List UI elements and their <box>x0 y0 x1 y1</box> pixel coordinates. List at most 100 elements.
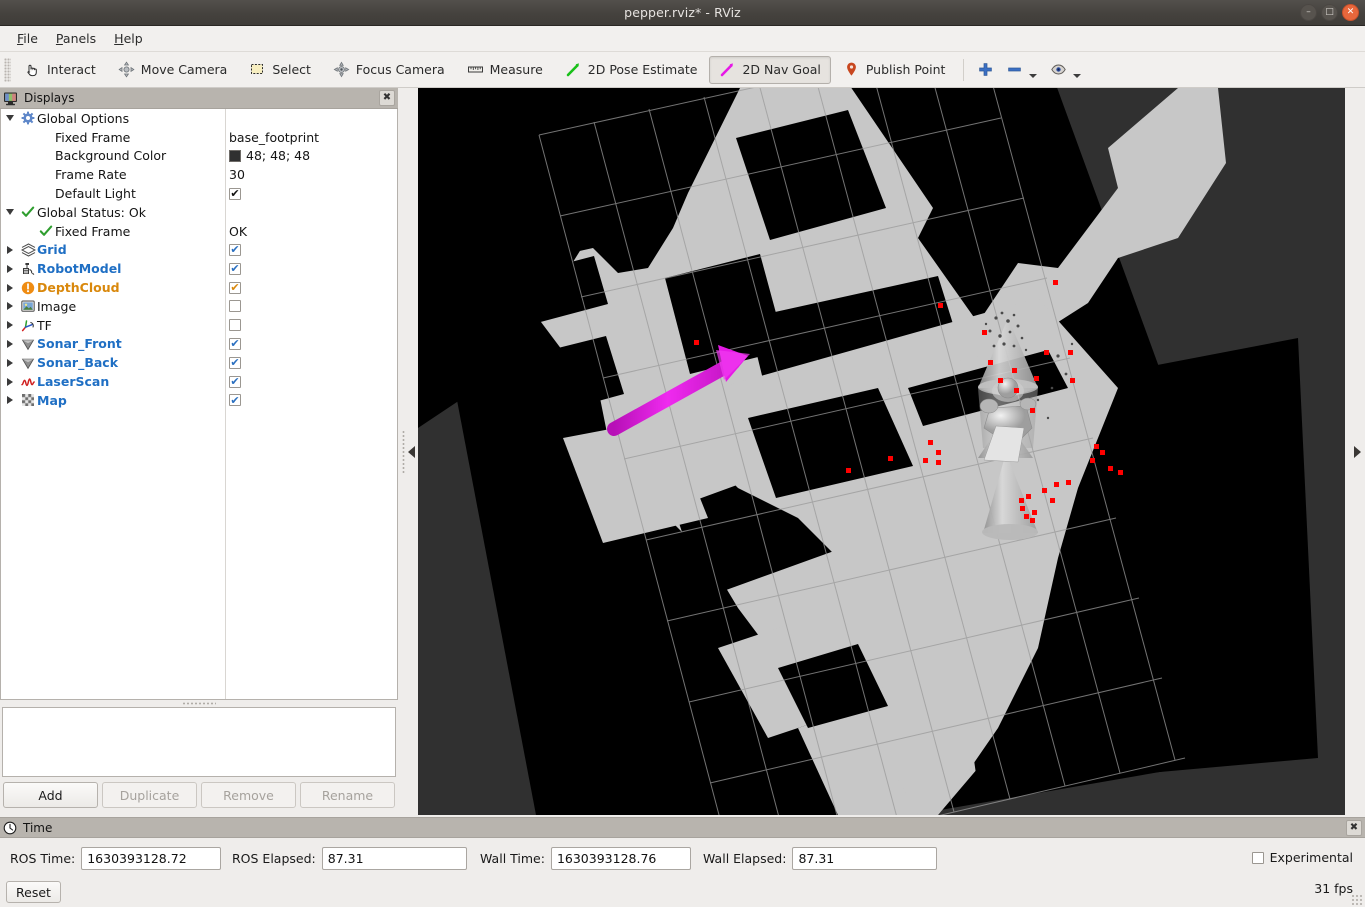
displays-horizontal-splitter[interactable] <box>0 700 398 707</box>
tree-row[interactable]: Map ✔ <box>1 391 397 410</box>
ros-elapsed-input[interactable]: 87.31 <box>321 847 467 870</box>
reset-time-button[interactable]: Reset <box>6 881 61 903</box>
tree-row[interactable]: Background Color 48; 48; 48 <box>1 147 397 166</box>
expand-right-panel-arrow-icon[interactable] <box>1353 445 1361 458</box>
minimize-button[interactable]: – <box>1300 4 1317 21</box>
rviz-scene <box>418 88 1345 815</box>
ros-time-input[interactable]: 1630393128.72 <box>81 847 222 870</box>
window-resize-grip[interactable] <box>1351 894 1363 906</box>
collapse-left-panel-arrow-icon[interactable] <box>407 445 415 458</box>
chevron-right-icon[interactable] <box>1 283 19 292</box>
tree-item-value[interactable]: 48; 48; 48 <box>229 147 310 166</box>
chevron-right-icon[interactable] <box>1 302 19 311</box>
tree-row[interactable]: Sonar_Front ✔ <box>1 335 397 354</box>
add-display-button[interactable]: Add <box>3 782 98 808</box>
chevron-right-icon[interactable] <box>1 396 19 405</box>
tool-publish-point[interactable]: Publish Point <box>833 56 956 84</box>
tree-item-value[interactable]: ✔ <box>229 278 241 297</box>
tool-visibility[interactable] <box>1045 56 1087 84</box>
tool-move-camera[interactable]: Move Camera <box>108 56 238 84</box>
tree-item-value[interactable]: base_footprint <box>229 128 319 147</box>
tree-item-checkbox[interactable] <box>229 319 241 332</box>
ros-time-field: ROS Time: 1630393128.72 <box>10 847 222 870</box>
time-panel-close-button[interactable]: ✖ <box>1346 819 1362 836</box>
chevron-right-icon[interactable] <box>1 358 19 367</box>
tree-row[interactable]: Sonar_Back ✔ <box>1 353 397 372</box>
tree-row[interactable]: RobotModel ✔ <box>1 259 397 278</box>
tree-row[interactable]: Frame Rate 30 <box>1 165 397 184</box>
maximize-button[interactable]: □ <box>1321 4 1338 21</box>
tree-item-value[interactable] <box>229 297 241 316</box>
remove-panel-dropdown-caret[interactable] <box>1029 59 1038 81</box>
chevron-right-icon[interactable] <box>1 339 19 348</box>
rename-display-button[interactable]: Rename <box>300 782 395 808</box>
tree-item-value[interactable]: ✔ <box>229 184 241 203</box>
left-panel-splitter[interactable] <box>398 88 418 815</box>
tool-move-camera-label: Move Camera <box>140 62 228 77</box>
displays-tree[interactable]: Global Options Fixed Frame base_footprint B… <box>0 109 398 700</box>
tree-row[interactable]: Global Options <box>1 109 397 128</box>
chevron-right-icon[interactable] <box>1 245 19 254</box>
displays-monitor-icon <box>4 92 17 105</box>
color-swatch[interactable] <box>229 149 241 162</box>
remove-display-button[interactable]: Remove <box>201 782 296 808</box>
duplicate-display-button[interactable]: Duplicate <box>102 782 197 808</box>
menu-file[interactable]: File <box>8 28 47 49</box>
tree-item-checkbox[interactable] <box>229 300 241 313</box>
tree-row[interactable]: Global Status: Ok <box>1 203 397 222</box>
tree-item-checkbox[interactable]: ✔ <box>229 187 241 200</box>
wall-elapsed-input[interactable]: 87.31 <box>792 847 938 870</box>
tree-item-value[interactable]: ✔ <box>229 372 241 391</box>
tree-item-label: Global Status: Ok <box>37 204 146 220</box>
tree-row[interactable]: Image <box>1 297 397 316</box>
tree-row[interactable]: LaserScan ✔ <box>1 372 397 391</box>
chevron-right-icon[interactable] <box>1 321 19 330</box>
tree-item-value[interactable]: OK <box>229 222 247 241</box>
tree-item-checkbox[interactable]: ✔ <box>229 375 241 388</box>
tree-item-checkbox[interactable]: ✔ <box>229 356 241 369</box>
experimental-toggle[interactable]: Experimental <box>1251 850 1353 865</box>
tree-item-checkbox[interactable]: ✔ <box>229 262 241 275</box>
wall-time-input[interactable]: 1630393128.76 <box>550 847 691 870</box>
tree-row[interactable]: Fixed Frame OK <box>1 222 397 241</box>
experimental-checkbox[interactable] <box>1251 851 1264 864</box>
menu-panels[interactable]: Panels <box>47 28 105 49</box>
right-panel-splitter[interactable] <box>1345 88 1365 815</box>
tool-interact[interactable]: Interact <box>14 56 106 84</box>
chevron-right-icon[interactable] <box>1 377 19 386</box>
tool-add-panel[interactable] <box>972 56 999 84</box>
tool-focus-camera[interactable]: Focus Camera <box>323 56 455 84</box>
chevron-right-icon[interactable] <box>1 264 19 273</box>
tool-select[interactable]: Select <box>239 56 321 84</box>
ros-time-label: ROS Time: <box>10 851 76 866</box>
visibility-dropdown-caret[interactable] <box>1073 59 1082 81</box>
tree-row[interactable]: TF <box>1 316 397 335</box>
tree-item-value[interactable]: ✔ <box>229 259 241 278</box>
3d-render-viewport[interactable] <box>418 88 1345 815</box>
tree-item-value[interactable]: ✔ <box>229 391 241 410</box>
tree-item-checkbox[interactable]: ✔ <box>229 243 241 256</box>
tree-item-value[interactable]: ✔ <box>229 335 241 354</box>
tree-item-value[interactable]: 30 <box>229 165 245 184</box>
tree-item-checkbox[interactable]: ✔ <box>229 394 241 407</box>
tool-2d-nav-goal[interactable]: 2D Nav Goal <box>709 55 831 84</box>
tree-row[interactable]: DepthCloud ✔ <box>1 278 397 297</box>
tree-item-value[interactable]: ✔ <box>229 353 241 372</box>
displays-panel-close-button[interactable]: ✖ <box>379 90 395 106</box>
tool-remove-panel[interactable] <box>1001 56 1043 84</box>
tree-item-value[interactable]: ✔ <box>229 241 241 260</box>
tool-2d-pose-estimate[interactable]: 2D Pose Estimate <box>555 56 708 84</box>
toolbar-drag-handle[interactable] <box>4 57 11 82</box>
tree-item-value[interactable] <box>229 316 241 335</box>
tool-measure[interactable]: Measure <box>457 56 553 84</box>
tree-item-checkbox[interactable]: ✔ <box>229 281 241 294</box>
wall-elapsed-label: Wall Elapsed: <box>703 851 787 866</box>
menu-help[interactable]: Help <box>105 28 152 49</box>
tree-row[interactable]: Fixed Frame base_footprint <box>1 128 397 147</box>
tree-item-checkbox[interactable]: ✔ <box>229 337 241 350</box>
tree-row[interactable]: Default Light ✔ <box>1 184 397 203</box>
chevron-down-icon[interactable] <box>1 115 19 122</box>
chevron-down-icon[interactable] <box>1 209 19 216</box>
tree-row[interactable]: Grid ✔ <box>1 241 397 260</box>
close-button[interactable]: ✕ <box>1342 4 1359 21</box>
